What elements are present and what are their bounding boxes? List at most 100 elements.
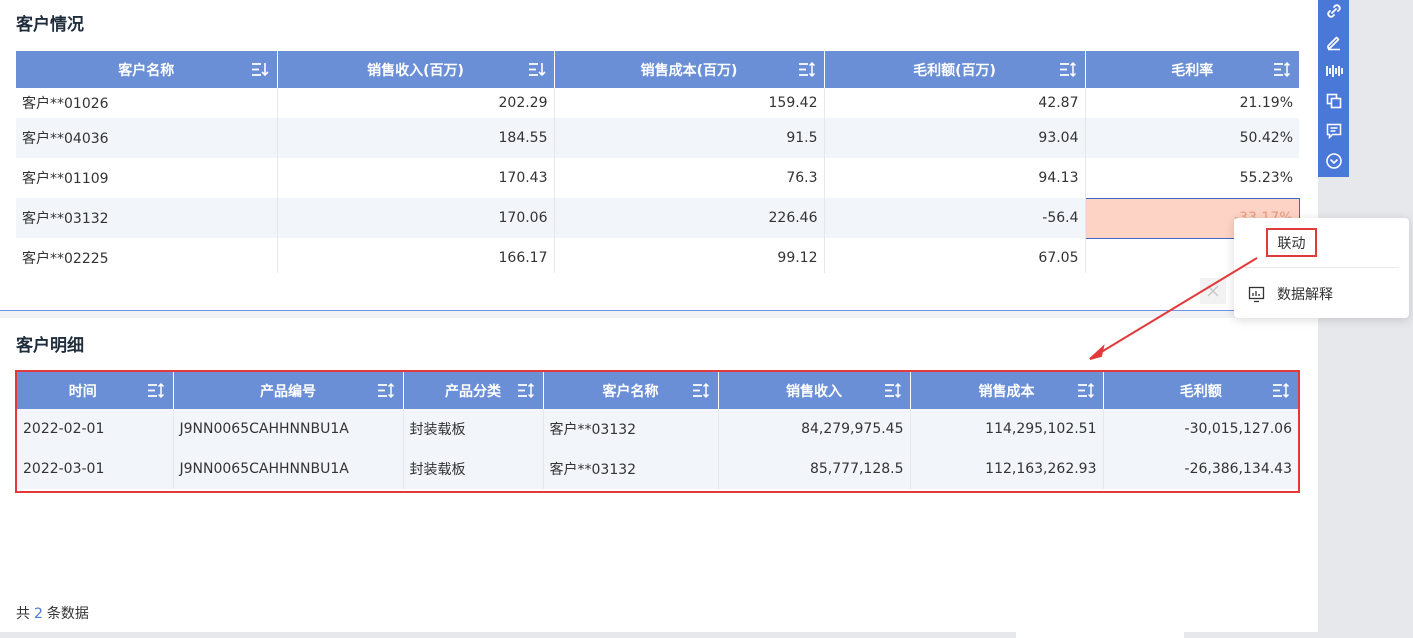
table-row[interactable]: 客户**02225 166.17 99.12 67.05 (16, 238, 1299, 273)
cell[interactable]: 封装载板 (403, 409, 544, 449)
col-label: 销售成本 (978, 383, 1035, 400)
cell[interactable]: 94.13 (824, 158, 1086, 198)
cell[interactable]: 50.42% (1085, 118, 1299, 158)
col-header-product-code[interactable]: 产品编号 (173, 372, 404, 409)
sort-icon[interactable] (884, 382, 902, 399)
record-count: 共 2 条数据 (16, 603, 89, 623)
link-icon[interactable] (1322, 0, 1345, 22)
menu-item-data-explain[interactable]: 数据解释 (1248, 284, 1333, 304)
sort-icon[interactable] (1272, 382, 1290, 399)
sort-desc-icon[interactable] (528, 61, 546, 78)
chevron-circle-icon[interactable] (1322, 150, 1345, 172)
cell[interactable]: 42.87 (824, 88, 1086, 118)
sort-icon[interactable] (1273, 61, 1291, 78)
cell[interactable]: 159.42 (554, 88, 825, 118)
cell[interactable]: 85,777,128.5 (718, 449, 911, 489)
detail-table: 时间 产品编号 产品分类 客户名称 销售收入 销售成本 毛利额 2022-02-… (17, 372, 1298, 489)
col-header-product-category[interactable]: 产品分类 (403, 372, 544, 409)
cell[interactable]: 184.55 (277, 118, 555, 158)
cell[interactable]: 21.19% (1085, 88, 1299, 118)
menu-separator (1244, 267, 1399, 268)
chart-explain-icon (1248, 286, 1265, 302)
col-label: 产品编号 (260, 383, 316, 400)
menu-item-link[interactable]: 联动 (1266, 228, 1317, 257)
sort-icon[interactable] (692, 382, 710, 399)
detail-title: 客户明细 (16, 336, 84, 356)
detail-table-highlight: 时间 产品编号 产品分类 客户名称 销售收入 销售成本 毛利额 2022-02-… (15, 370, 1300, 493)
count-prefix: 共 (16, 606, 30, 622)
col-header-customer[interactable]: 客户名称 (16, 51, 278, 88)
cell[interactable]: 76.3 (554, 158, 825, 198)
cell[interactable]: 客户**02225 (16, 238, 278, 273)
cell[interactable]: 客户**01109 (16, 158, 278, 198)
menu-item-label: 数据解释 (1277, 287, 1333, 303)
table-row[interactable]: 客户**01109 170.43 76.3 94.13 55.23% (16, 158, 1299, 198)
close-icon[interactable] (1200, 278, 1226, 304)
cell[interactable]: 166.17 (277, 238, 555, 273)
col-header-cost[interactable]: 销售成本 (910, 372, 1104, 409)
cell[interactable]: 202.29 (277, 88, 555, 118)
col-label: 毛利率 (1171, 62, 1214, 79)
cell[interactable]: 226.46 (554, 198, 825, 238)
cell[interactable]: -30,015,127.06 (1103, 409, 1298, 449)
cell[interactable]: 55.23% (1085, 158, 1299, 198)
cell[interactable]: 99.12 (554, 238, 825, 273)
col-header-margin[interactable]: 毛利率 (1085, 51, 1299, 88)
cell[interactable]: 91.5 (554, 118, 825, 158)
context-menu: 联动 数据解释 (1234, 218, 1409, 318)
col-label: 销售收入(百万) (367, 62, 464, 79)
col-label: 销售收入 (786, 383, 842, 400)
count-suffix: 条数据 (46, 606, 89, 622)
cell[interactable]: 170.43 (277, 158, 555, 198)
cell[interactable]: J9NN0065CAHHNNBU1A (173, 409, 404, 449)
col-header-date[interactable]: 时间 (17, 372, 174, 409)
cell[interactable]: 170.06 (277, 198, 555, 238)
sort-icon[interactable] (147, 382, 165, 399)
col-header-gross-profit[interactable]: 毛利额(百万) (824, 51, 1086, 88)
comment-icon[interactable] (1322, 120, 1345, 142)
col-label: 客户名称 (602, 383, 659, 400)
col-header-cost[interactable]: 销售成本(百万) (554, 51, 825, 88)
cell[interactable]: 2022-02-01 (17, 409, 174, 449)
cell[interactable]: 客户**03132 (543, 409, 719, 449)
sort-icon[interactable] (1077, 382, 1095, 399)
table-row[interactable]: 2022-02-01 J9NN0065CAHHNNBU1A 封装载板 客户**0… (17, 409, 1298, 449)
cell[interactable]: 客户**03132 (543, 449, 719, 489)
bar-chart-icon[interactable] (1322, 60, 1345, 82)
cell[interactable]: 客户**04036 (16, 118, 278, 158)
col-label: 毛利额 (1179, 383, 1222, 400)
cell[interactable]: 2022-03-01 (17, 449, 174, 489)
summary-title: 客户情况 (16, 15, 84, 35)
sort-icon[interactable] (798, 61, 816, 78)
col-header-gross-profit[interactable]: 毛利额 (1103, 372, 1298, 409)
cell[interactable]: 客户**01026 (16, 88, 278, 118)
sort-icon[interactable] (377, 382, 395, 399)
cell[interactable]: -56.4 (824, 198, 1086, 238)
cell[interactable]: 114,295,102.51 (910, 409, 1104, 449)
cell[interactable]: 84,279,975.45 (718, 409, 911, 449)
cell[interactable]: 封装载板 (403, 449, 544, 489)
copy-icon[interactable] (1322, 90, 1345, 112)
sort-desc-icon[interactable] (251, 61, 269, 78)
table-row[interactable]: 客户**04036 184.55 91.5 93.04 50.42% (16, 118, 1299, 158)
table-row[interactable]: 客户**01026 202.29 159.42 42.87 21.19% (16, 88, 1299, 118)
cell[interactable]: 67.05 (824, 238, 1086, 273)
cell[interactable]: 93.04 (824, 118, 1086, 158)
table-row[interactable]: 2022-03-01 J9NN0065CAHHNNBU1A 封装载板 客户**0… (17, 449, 1298, 489)
count-value: 2 (34, 606, 43, 622)
horizontal-scrollbar[interactable] (0, 632, 1318, 638)
cell[interactable]: -26,386,134.43 (1103, 449, 1298, 489)
table-row[interactable]: 客户**03132 170.06 226.46 -56.4 -33.17% (16, 197, 1300, 239)
scrollbar-thumb[interactable] (1016, 632, 1184, 638)
sort-icon[interactable] (1059, 61, 1077, 78)
cell[interactable]: 112,163,262.93 (910, 449, 1104, 489)
sort-icon[interactable] (517, 382, 535, 399)
col-header-revenue[interactable]: 销售收入 (718, 372, 911, 409)
cell[interactable]: 客户**03132 (16, 198, 278, 238)
cell[interactable]: J9NN0065CAHHNNBU1A (173, 449, 404, 489)
edit-icon[interactable] (1322, 31, 1345, 53)
col-header-customer[interactable]: 客户名称 (543, 372, 719, 409)
col-label: 时间 (68, 383, 97, 400)
col-header-revenue[interactable]: 销售收入(百万) (277, 51, 555, 88)
floating-toolbar (1318, 0, 1349, 177)
